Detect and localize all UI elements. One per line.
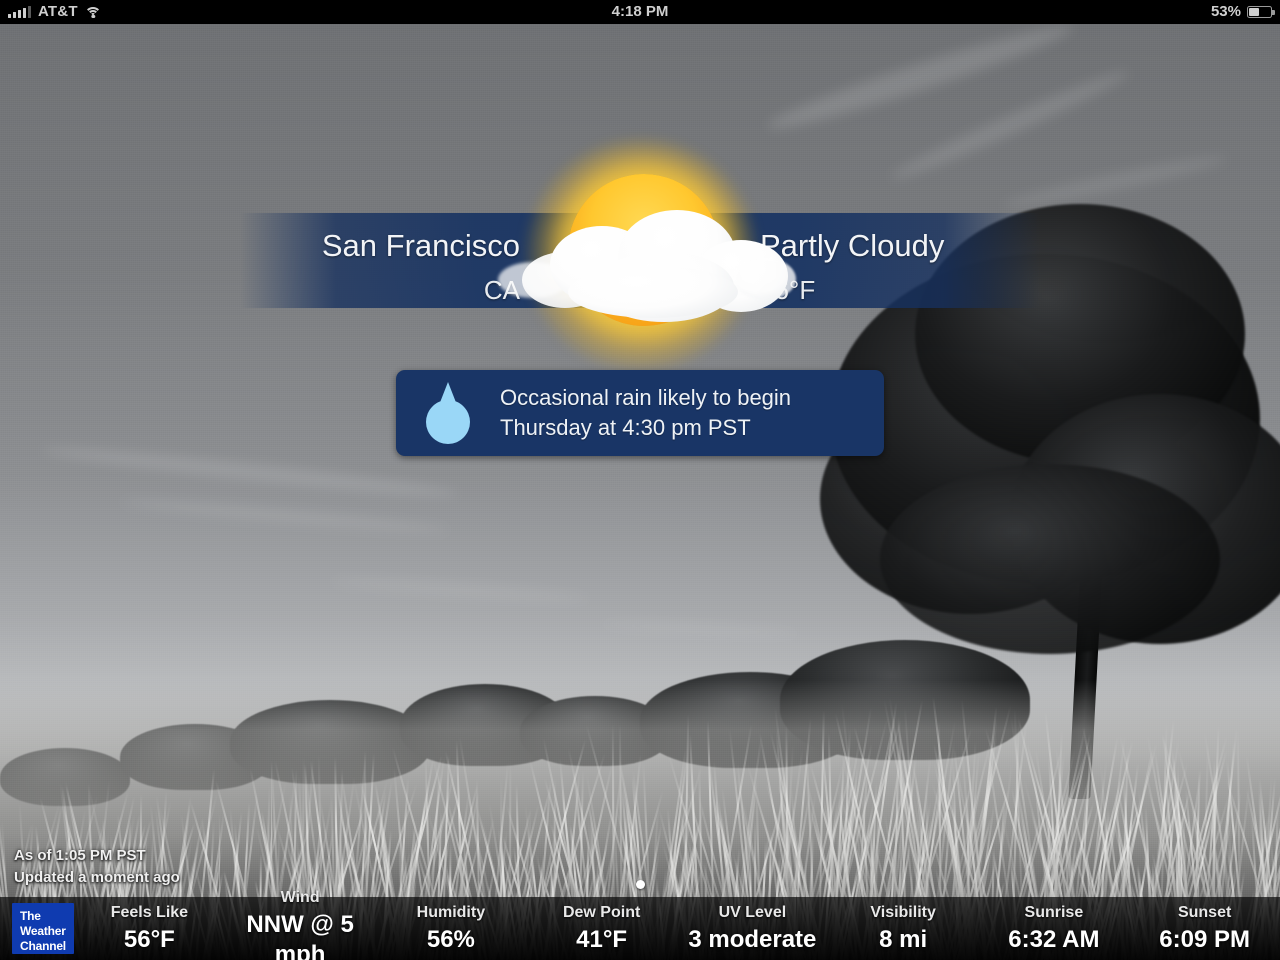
stat-value: 8 mi: [879, 925, 928, 953]
raindrop-icon: [426, 382, 470, 444]
stat-label: UV Level: [718, 903, 787, 921]
stat-column: Wind NNW @ 5 mph: [225, 888, 376, 960]
page-indicator[interactable]: [0, 876, 1280, 894]
page-dot-1[interactable]: [635, 880, 645, 889]
stat-column: Visibility 8 mi: [828, 903, 979, 955]
stat-value: NNW @ 5 mph: [246, 910, 354, 960]
battery-icon: [1247, 6, 1275, 18]
stat-column: Dew Point 41°F: [526, 903, 677, 955]
stat-value: 6:32 AM: [1008, 925, 1100, 953]
stats-row: Feels Like 56°F Wind NNW @ 5 mph Humidity 56%…: [74, 889, 1280, 960]
as-of-time: As of 1:05 PM PST: [14, 847, 146, 864]
weather-channel-logo[interactable]: The Weather Channel: [12, 903, 74, 954]
stat-value: 56%: [426, 925, 475, 953]
cloud-shape: [498, 210, 798, 322]
logo-line-1: The: [20, 909, 41, 923]
logo-line-2: Weather: [20, 924, 66, 938]
current-temperature: 56°F: [760, 261, 1060, 303]
stat-column: UV Level 3 moderate: [677, 903, 828, 955]
stat-label: Dew Point: [562, 903, 641, 921]
stat-value: 41°F: [576, 925, 628, 953]
stat-column: Feels Like 56°F: [74, 903, 225, 955]
stat-column: Humidity 56%: [376, 903, 527, 955]
stat-label: Sunrise: [1024, 903, 1084, 921]
status-bar-right: 53%: [1210, 0, 1275, 24]
sun-behind-cloud-icon: [498, 140, 796, 370]
alert-message: Occasional rain likely to begin Thursday…: [500, 383, 791, 443]
weather-app-screen: AT&T 4:18 PM 53% San Francisco CA Partly…: [0, 0, 1280, 960]
alert-line-1: Occasional rain likely to begin: [500, 385, 792, 410]
city-name: San Francisco: [321, 228, 520, 263]
stat-label: Wind: [280, 888, 320, 906]
stat-value: 3 moderate: [688, 925, 817, 953]
conditions-group: Partly Cloudy 56°F: [760, 213, 1060, 303]
stat-column: Sunrise 6:32 AM: [979, 903, 1130, 955]
stat-label: Feels Like: [110, 903, 189, 921]
stat-value: 6:09 PM: [1159, 925, 1250, 953]
logo-line-3: Channel: [20, 939, 66, 953]
alert-line-2: Thursday at 4:30 pm PST: [500, 415, 751, 440]
status-bar-clock: 4:18 PM: [611, 3, 669, 20]
location-group: San Francisco CA: [240, 213, 520, 303]
ios-status-bar: AT&T 4:18 PM 53%: [0, 0, 1280, 24]
state-name: CA: [483, 275, 520, 305]
stat-column: Sunset 6:09 PM: [1129, 903, 1280, 955]
condition-label: Partly Cloudy: [760, 228, 945, 263]
rain-alert-card[interactable]: Occasional rain likely to begin Thursday…: [396, 370, 884, 456]
stat-value: 56°F: [123, 925, 175, 953]
stat-label: Humidity: [416, 903, 486, 921]
stat-label: Visibility: [870, 903, 936, 921]
stat-label: Sunset: [1177, 903, 1232, 921]
bottom-stats-bar: The Weather Channel Feels Like 56°F Wind NN…: [0, 889, 1280, 960]
battery-percent-label: 53%: [1210, 3, 1241, 20]
